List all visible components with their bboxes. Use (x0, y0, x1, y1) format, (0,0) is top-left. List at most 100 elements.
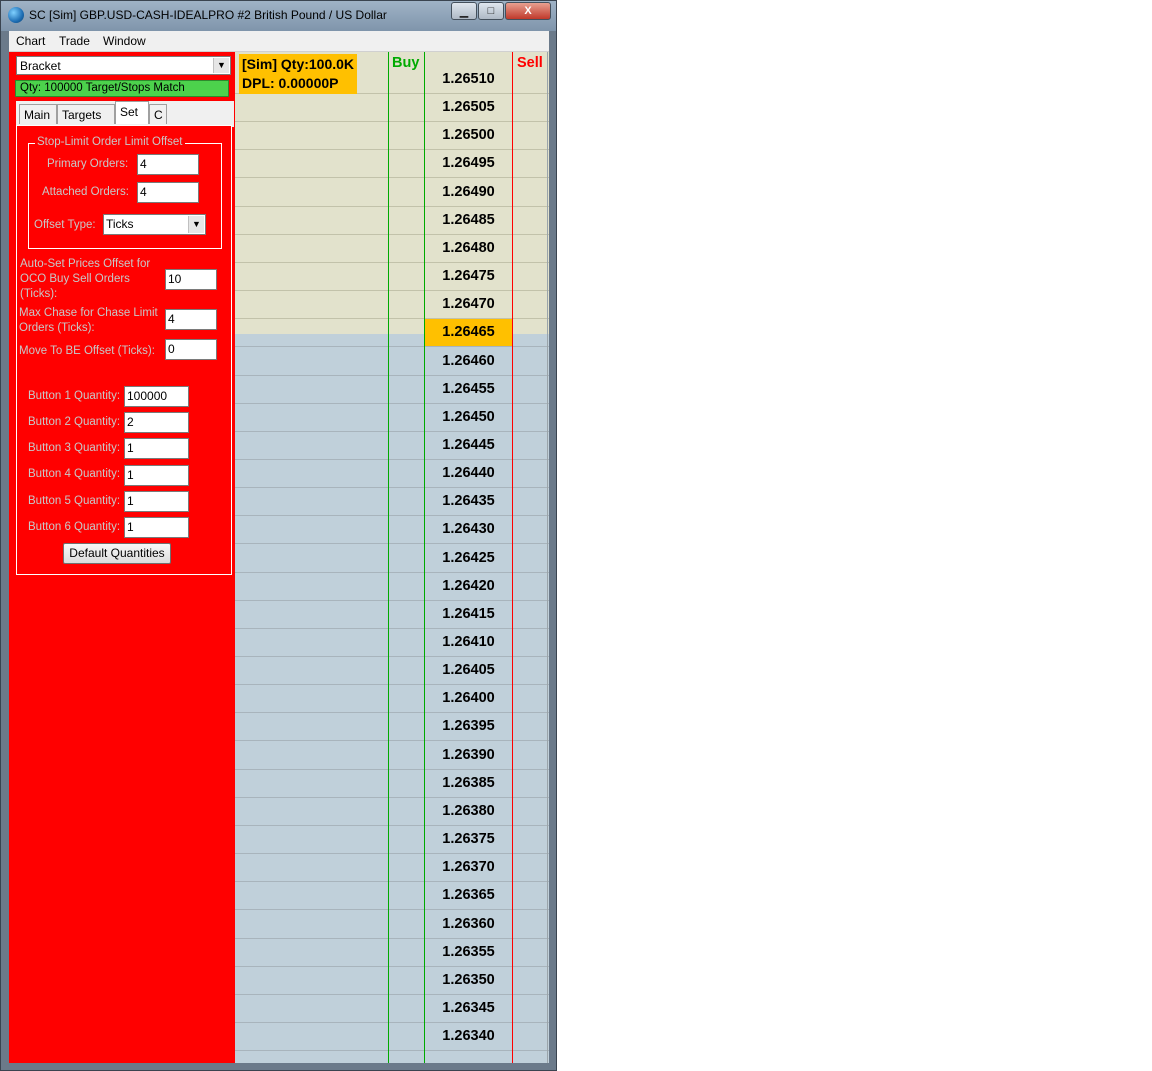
price-cell[interactable]: 1.26340 (425, 1023, 512, 1050)
ladder-row[interactable]: 1.26365 (235, 882, 549, 911)
price-cell[interactable]: 1.26360 (425, 911, 512, 938)
ladder-row[interactable]: 1.26440 (235, 460, 549, 489)
ladder-row[interactable]: 1.26485 (235, 207, 549, 235)
price-cell[interactable]: 1.26410 (425, 629, 512, 656)
menu-window[interactable]: Window (103, 34, 146, 48)
ladder-row[interactable]: 1.26375 (235, 826, 549, 855)
close-button[interactable]: X (505, 2, 551, 20)
button-1-quantity-input[interactable]: 100000 (124, 386, 189, 407)
current-price-cell[interactable]: 1.26465 (425, 319, 512, 347)
minimize-button[interactable]: ▁ (451, 2, 477, 20)
tab-set[interactable]: Set (115, 101, 149, 124)
menu-trade[interactable]: Trade (59, 34, 90, 48)
ladder-row[interactable]: 1.26470 (235, 291, 549, 320)
price-cell[interactable]: 1.26510 (425, 66, 512, 93)
ladder-row[interactable]: 1.26495 (235, 150, 549, 179)
ladder-row[interactable]: 1.26475 (235, 263, 549, 292)
button-3-quantity-input[interactable]: 1 (124, 438, 189, 459)
tab-targets[interactable]: Targets (57, 104, 115, 124)
ladder-row[interactable]: 1.26490 (235, 179, 549, 207)
ladder-row[interactable]: 1.26500 (235, 122, 549, 151)
price-cell[interactable]: 1.26425 (425, 545, 512, 572)
offset-type-select[interactable]: Ticks ▼ (103, 214, 206, 235)
price-cell[interactable]: 1.26440 (425, 460, 512, 487)
price-cell[interactable]: 1.26455 (425, 376, 512, 403)
ladder-row[interactable]: 1.26410 (235, 629, 549, 657)
ladder-row[interactable]: 1.26345 (235, 995, 549, 1023)
price-cell[interactable]: 1.26475 (425, 263, 512, 290)
price-cell[interactable]: 1.26390 (425, 742, 512, 769)
price-cell[interactable]: 1.26365 (425, 882, 512, 909)
price-cell[interactable]: 1.26420 (425, 573, 512, 600)
ladder-row[interactable]: 1.26415 (235, 601, 549, 629)
price-cell[interactable]: 1.26505 (425, 94, 512, 121)
price-cell[interactable]: 1.26385 (425, 770, 512, 797)
button-4-quantity-label: Button 4 Quantity: (28, 468, 121, 480)
ladder-row[interactable]: 1.26405 (235, 657, 549, 686)
ladder-row[interactable]: 1.26425 (235, 545, 549, 573)
ladder-row[interactable]: 1.26370 (235, 854, 549, 883)
maximize-button[interactable]: □ (478, 2, 504, 20)
price-cell[interactable]: 1.26470 (425, 291, 512, 318)
ladder-row[interactable]: 1.26445 (235, 432, 549, 460)
price-cell[interactable]: 1.26430 (425, 516, 512, 543)
price-cell[interactable]: 1.26500 (425, 122, 512, 149)
attached-orders-input[interactable]: 4 (137, 182, 199, 203)
price-cell[interactable]: 1.26435 (425, 488, 512, 515)
ladder-row[interactable]: 1.26420 (235, 573, 549, 601)
price-cell[interactable]: 1.26400 (425, 685, 512, 712)
ladder-row[interactable]: 1.26455 (235, 376, 549, 404)
sell-column-header[interactable]: Sell (517, 55, 543, 71)
ladder-row[interactable]: 1.26395 (235, 713, 549, 742)
price-cell[interactable]: 1.26495 (425, 150, 512, 177)
price-cell[interactable]: 1.26350 (425, 967, 512, 994)
ladder-row[interactable]: 1.26430 (235, 516, 549, 545)
move-be-input[interactable]: 0 (165, 339, 217, 360)
order-type-select[interactable]: Bracket ▼ (16, 56, 231, 75)
price-cell[interactable]: 1.26380 (425, 798, 512, 825)
tab-main[interactable]: Main (19, 104, 57, 124)
button-2-quantity-input[interactable]: 2 (124, 412, 189, 433)
ladder-row[interactable]: 1.26350 (235, 967, 549, 995)
auto-set-offset-input[interactable]: 10 (165, 269, 217, 290)
price-cell[interactable]: 1.26450 (425, 404, 512, 431)
price-cell[interactable]: 1.26460 (425, 348, 512, 375)
max-chase-input[interactable]: 4 (165, 309, 217, 330)
ladder-row[interactable]: 1.26355 (235, 939, 549, 967)
ladder-row[interactable]: 1.26435 (235, 488, 549, 517)
ladder-row[interactable]: 1.26390 (235, 742, 549, 770)
buy-column-header[interactable]: Buy (392, 55, 419, 71)
price-cell[interactable]: 1.26445 (425, 432, 512, 459)
chevron-down-icon[interactable]: ▼ (188, 216, 204, 233)
chevron-down-icon[interactable]: ▼ (213, 58, 229, 73)
title-bar[interactable]: SC [Sim] GBP.USD-CASH-IDEALPRO #2 Britis… (1, 1, 556, 31)
price-cell[interactable]: 1.26355 (425, 939, 512, 966)
buy-column-divider (388, 52, 389, 1063)
price-cell[interactable]: 1.26480 (425, 235, 512, 262)
price-cell[interactable]: 1.26370 (425, 854, 512, 881)
ladder-row[interactable]: 1.26400 (235, 685, 549, 714)
button-6-quantity-input[interactable]: 1 (124, 517, 189, 538)
ladder-row[interactable]: 1.26505 (235, 94, 549, 123)
tab-c[interactable]: C (149, 104, 167, 124)
menu-chart[interactable]: Chart (16, 34, 45, 48)
ladder-row[interactable]: 1.26360 (235, 911, 549, 939)
ladder-row[interactable]: 1.26460 (235, 348, 549, 376)
button-4-quantity-input[interactable]: 1 (124, 465, 189, 486)
ladder-row[interactable]: 1.26465 (235, 319, 549, 348)
price-cell[interactable]: 1.26415 (425, 601, 512, 628)
price-cell[interactable]: 1.26405 (425, 657, 512, 684)
button-5-quantity-input[interactable]: 1 (124, 491, 189, 512)
primary-orders-input[interactable]: 4 (137, 154, 199, 175)
price-cell[interactable]: 1.26490 (425, 179, 512, 206)
ladder-row[interactable]: 1.26380 (235, 798, 549, 826)
ladder-row[interactable]: 1.26340 (235, 1023, 549, 1052)
price-cell[interactable]: 1.26345 (425, 995, 512, 1022)
price-cell[interactable]: 1.26375 (425, 826, 512, 853)
price-cell[interactable]: 1.26485 (425, 207, 512, 234)
ladder-row[interactable]: 1.26385 (235, 770, 549, 798)
default-quantities-button[interactable]: Default Quantities (63, 543, 171, 564)
price-cell[interactable]: 1.26395 (425, 713, 512, 740)
ladder-row[interactable]: 1.26480 (235, 235, 549, 263)
ladder-row[interactable]: 1.26450 (235, 404, 549, 432)
